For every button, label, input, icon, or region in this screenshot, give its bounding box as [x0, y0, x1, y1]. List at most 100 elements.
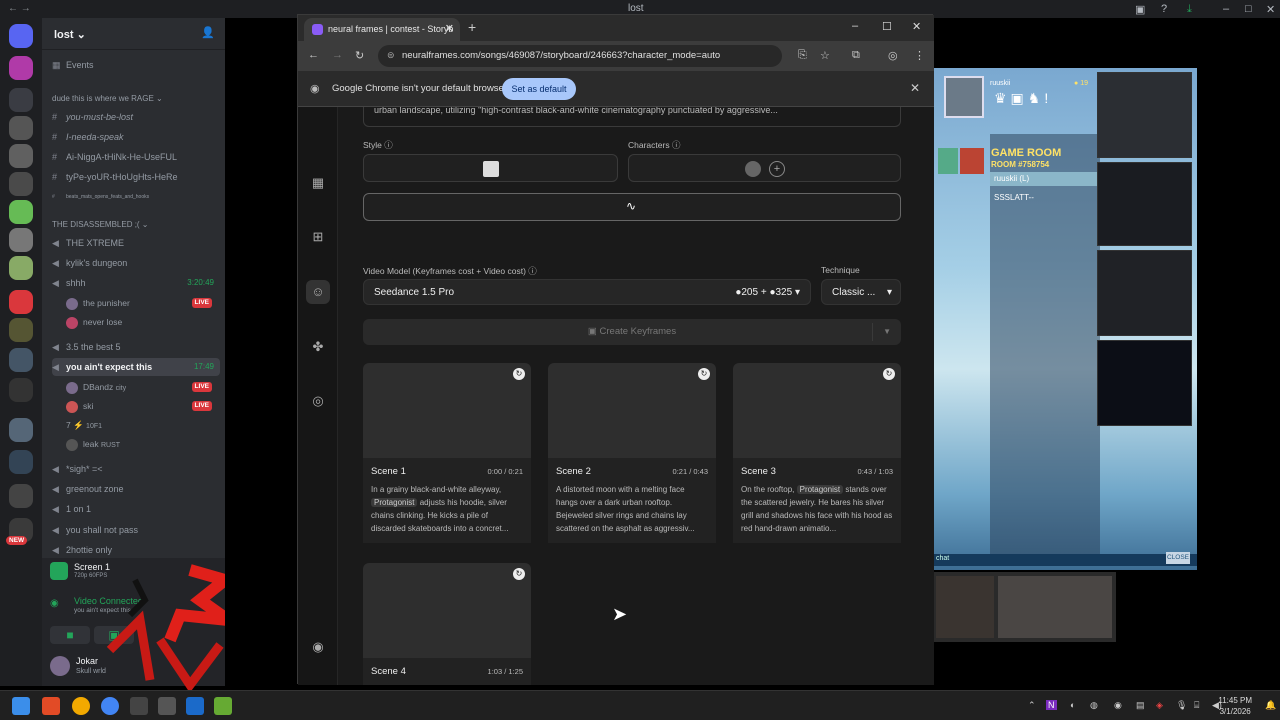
notifications-icon[interactable]: 🔔	[1265, 700, 1276, 711]
character-tag[interactable]: Protagonist	[796, 485, 844, 494]
voice-user[interactable]: leak RUST	[66, 435, 216, 453]
minimize-icon[interactable]: –	[1223, 3, 1229, 15]
server-icon[interactable]	[9, 144, 33, 168]
clock[interactable]: 11:45 PM 3/1/2026	[1218, 695, 1252, 717]
microphone-icon[interactable]: 🎙	[1176, 700, 1187, 711]
category-rage[interactable]: dude this is where we RAGE ⌄	[52, 90, 220, 108]
tray-chevron-icon[interactable]: ⌃	[1028, 700, 1036, 711]
compass-icon[interactable]: ◎	[306, 389, 330, 413]
app-icon[interactable]	[130, 697, 148, 715]
voice-user[interactable]: ski LIVE	[66, 397, 216, 415]
app-icon[interactable]	[158, 697, 176, 715]
info-icon[interactable]: ⓘ	[528, 266, 537, 276]
grid-icon[interactable]: ▦	[306, 171, 330, 195]
voice-channel[interactable]: ◀ greenout zone	[52, 480, 220, 498]
info-icon[interactable]: ⓘ	[672, 140, 681, 150]
characters-picker[interactable]: +	[628, 154, 901, 182]
url-input[interactable]: ⊜ neuralframes.com/songs/469087/storyboar…	[378, 45, 782, 67]
back-forward-icon[interactable]: ← →	[8, 3, 31, 14]
server-icon[interactable]	[9, 348, 33, 372]
help-icon[interactable]: ?	[1161, 3, 1167, 15]
server-icon[interactable]	[9, 88, 33, 112]
create-keyframes-button[interactable]: ▣ Create Keyframes ▼	[363, 319, 901, 345]
server-header[interactable]: lost ⌄ 👤	[42, 18, 225, 50]
site-info-icon[interactable]: ⊜	[387, 50, 395, 61]
voice-user[interactable]: the punisher LIVE	[66, 294, 216, 312]
server-icon[interactable]	[9, 418, 33, 442]
app-icon[interactable]	[72, 697, 90, 715]
scene-thumbnail[interactable]: ↻	[363, 363, 531, 458]
chrome-taskbar-icon[interactable]	[101, 697, 119, 715]
style-thumbnail[interactable]	[483, 161, 499, 177]
tray-app-icon[interactable]: ◈	[1156, 700, 1163, 711]
tray-app-icon[interactable]: ◉	[1114, 700, 1122, 711]
regenerate-icon[interactable]: ↻	[513, 368, 525, 380]
windows-start-icon[interactable]	[12, 697, 30, 715]
account-icon[interactable]: ◉	[306, 635, 330, 659]
add-character-icon[interactable]: +	[769, 161, 785, 177]
regenerate-icon[interactable]: ↻	[513, 568, 525, 580]
onenote-icon[interactable]: N	[1046, 700, 1057, 710]
camera-button[interactable]: ■	[50, 626, 90, 644]
style-picker[interactable]	[363, 154, 618, 182]
channel-text[interactable]: # beats_mats_opens_feats_and_hooks	[52, 188, 220, 206]
menu-icon[interactable]: ⋮	[914, 49, 925, 62]
player-slot[interactable]: SSSLATT--	[994, 193, 1034, 202]
close-infobar-icon[interactable]: ✕	[910, 81, 920, 95]
maximize-icon[interactable]: ☐	[882, 20, 892, 33]
steam-icon[interactable]: ◍	[1090, 700, 1098, 711]
robot-icon[interactable]: ☺	[306, 280, 330, 304]
back-icon[interactable]: ←	[308, 49, 319, 61]
info-icon[interactable]: ⓘ	[384, 140, 393, 150]
minimize-icon[interactable]: –	[852, 20, 858, 32]
voice-channel[interactable]: ◀ 2hottie only	[52, 541, 220, 559]
bookmark-star-icon[interactable]: ☆	[820, 49, 830, 62]
scene-card[interactable]: ↻ Scene 4 1:03 / 1:25	[363, 563, 531, 685]
scene-thumbnail[interactable]: ↻	[548, 363, 716, 458]
add-square-icon[interactable]: ⊞	[306, 225, 330, 249]
extensions-icon[interactable]: ⧉	[852, 49, 860, 62]
channel-text[interactable]: # Ai-NiggA-tHiNk-He-UseFUL	[52, 148, 220, 166]
voice-user[interactable]: never lose	[66, 313, 216, 331]
server-icon[interactable]	[9, 116, 33, 140]
maximize-icon[interactable]: □	[1245, 3, 1252, 15]
new-tab-icon[interactable]: +	[468, 19, 476, 35]
server-icon[interactable]	[9, 56, 33, 80]
apps-icon[interactable]: ✤	[306, 335, 330, 359]
voice-channel[interactable]: ◀ THE XTREME	[52, 234, 220, 252]
scene-card[interactable]: ↻ Scene 3 0:43 / 1:03 On the rooftop, Pr…	[733, 363, 901, 543]
scene-card[interactable]: ↻ Scene 1 0:00 / 0:21 In a grainy black-…	[363, 363, 531, 543]
voice-user[interactable]: DBandz city LIVE	[66, 378, 216, 396]
character-tag[interactable]: Protagonist	[371, 498, 418, 507]
server-icon[interactable]	[9, 256, 33, 280]
voice-channel[interactable]: ◀ shhh 3:20:49	[52, 274, 220, 292]
close-icon[interactable]: ✕	[1266, 3, 1275, 16]
server-icon[interactable]	[9, 200, 33, 224]
regenerate-icon[interactable]: ↻	[698, 368, 710, 380]
technique-select[interactable]: Classic ... ▾	[821, 279, 901, 305]
tray-app-icon[interactable]: ▤	[1136, 700, 1145, 711]
prompt-textarea[interactable]: urban landscape, utilizing "high-contras…	[363, 107, 901, 127]
server-icon[interactable]	[9, 228, 33, 252]
discord-home-icon[interactable]	[9, 24, 33, 48]
scene-thumbnail[interactable]: ↻	[733, 363, 901, 458]
channel-text[interactable]: # I-needa-speak	[52, 128, 220, 146]
server-icon[interactable]	[9, 484, 33, 508]
inbox-icon[interactable]: ▣	[1135, 3, 1145, 16]
channel-text[interactable]: # you-must-be-lost	[52, 108, 220, 126]
server-icon[interactable]	[9, 450, 33, 474]
install-app-icon[interactable]: ⎘	[798, 49, 807, 62]
app-icon[interactable]	[214, 697, 232, 715]
close-window-icon[interactable]: ✕	[912, 20, 921, 33]
app-icon[interactable]	[186, 697, 204, 715]
server-icon[interactable]	[9, 378, 33, 402]
category-disassembled[interactable]: THE DISASSEMBLED ;( ⌄	[52, 216, 220, 234]
browser-tab[interactable]: neural frames | contest - Storyb ✕	[304, 18, 460, 41]
set-default-button[interactable]: Set as default	[502, 78, 576, 100]
voice-channel[interactable]: ◀ 3.5 the best 5	[52, 338, 220, 356]
network-icon[interactable]: ⌸	[1194, 700, 1199, 711]
scene-card[interactable]: ↻ Scene 2 0:21 / 0:43 A distorted moon w…	[548, 363, 716, 543]
voice-channel[interactable]: ◀ kylik's dungeon	[52, 254, 220, 272]
profile-icon[interactable]: ◎	[888, 49, 898, 62]
voice-channel-active[interactable]: ◀ you ain't expect this 17:49	[52, 358, 220, 376]
